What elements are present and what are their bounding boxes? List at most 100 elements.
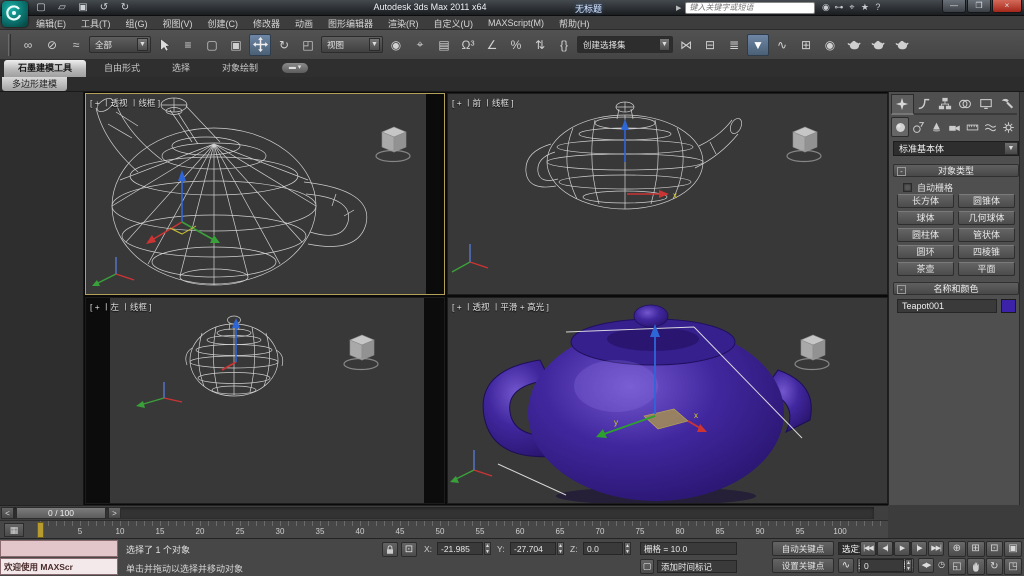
play-icon[interactable]: ▶ [894,541,910,556]
save-file-icon[interactable]: ▣ [76,2,90,14]
object-color-swatch[interactable] [1001,299,1016,313]
communication-center-icon[interactable]: ⌖ [845,2,858,13]
helpers-category-icon[interactable] [963,117,981,137]
primitive-button-4[interactable]: 圆柱体 [897,228,954,242]
time-slider-handle[interactable]: 0 / 100 [16,507,106,519]
keyboard-override-icon[interactable]: ▤ [433,34,455,56]
motion-tab-icon[interactable] [955,94,976,115]
use-pivot-center-icon[interactable]: ◉ [385,34,407,56]
rectangular-selection-region-icon[interactable]: ▢ [201,34,223,56]
menu-item-9[interactable]: 自定义(U) [434,17,474,30]
primitive-button-0[interactable]: 长方体 [897,194,954,208]
y-spinner[interactable]: ▲▼ [557,542,564,555]
zoom-region-icon[interactable]: ◱ [948,558,966,576]
redo-icon[interactable]: ↻ [118,2,132,14]
orbit-icon[interactable]: ↻ [986,558,1004,576]
menu-item-2[interactable]: 组(G) [126,17,148,30]
help-icon[interactable]: ? [871,2,884,13]
open-mini-curve-editor-icon[interactable]: ▦ [4,523,24,537]
viewcube[interactable] [789,330,835,376]
menu-item-3[interactable]: 视图(V) [163,17,193,30]
geometry-category-icon[interactable] [891,117,909,137]
favorites-icon[interactable]: ★ [858,2,871,13]
viewport-label[interactable]: [ + 〡透视 〡平滑 + 高光 ] [452,301,549,313]
mirror-icon[interactable]: ⋈ [675,34,697,56]
primitive-category-dropdown[interactable]: 标准基本体 ▼ [893,141,1019,156]
primitive-button-2[interactable]: 球体 [897,211,954,225]
systems-category-icon[interactable] [999,117,1017,137]
reference-coordinate-dropdown[interactable]: 视图▼ [321,36,383,53]
viewport-label[interactable]: [ + 〡透视 〡线框 ] [90,97,160,109]
shapes-category-icon[interactable] [909,117,927,137]
add-time-tag[interactable]: 添加时间标记 [657,560,737,573]
undo-icon[interactable]: ↺ [97,2,111,14]
primitive-button-5[interactable]: 管状体 [958,228,1015,242]
menu-item-11[interactable]: 帮助(H) [559,17,590,30]
utilities-tab-icon[interactable] [996,94,1017,115]
command-panel-scrollbar[interactable] [1019,92,1024,505]
z-coordinate-field[interactable]: 0.0 [583,542,623,555]
primitive-button-9[interactable]: 平面 [958,262,1015,276]
primitive-button-8[interactable]: 茶壶 [897,262,954,276]
select-by-name-icon[interactable]: ≡ [177,34,199,56]
new-scene-icon[interactable]: ▢ [34,2,48,14]
percent-snap-icon[interactable]: % [505,34,527,56]
previous-frame-arrow[interactable]: < [1,507,14,519]
zoom-extents-all-icon[interactable]: ▣ [1004,541,1022,557]
ribbon-tab-1[interactable]: 自由形式 [90,60,154,77]
material-editor-icon[interactable]: ◉ [819,34,841,56]
layer-manager-icon[interactable]: ≣ [723,34,745,56]
key-icon[interactable]: ⊶ [832,2,845,13]
zoom-all-icon[interactable]: ⊞ [967,541,985,557]
select-and-rotate-icon[interactable]: ↻ [273,34,295,56]
search-input[interactable] [685,2,815,14]
maximize-button[interactable]: ❐ [967,0,991,13]
pan-icon[interactable] [967,558,985,576]
create-tab-icon[interactable] [891,94,914,115]
rendered-frame-window-icon[interactable] [867,34,889,56]
minimize-button[interactable]: — [942,0,966,13]
curve-editor-icon[interactable]: ∿ [771,34,793,56]
snap-toggle-3d-icon[interactable]: Ω³ [457,34,479,56]
modify-tab-icon[interactable] [914,94,935,115]
viewport-bottom-right[interactable]: y x [ + 〡透视 〡平滑 + 高光 ] [447,297,888,504]
viewport-top-right[interactable]: x [ + 〡前 〡线框 ] [447,93,888,295]
next-frame-arrow[interactable]: > [108,507,121,519]
new-key-curve-icon[interactable]: ∿ [838,558,854,573]
go-to-end-icon[interactable]: ▶▶| [928,541,944,556]
align-icon[interactable]: ⊟ [699,34,721,56]
menu-item-0[interactable]: 编辑(E) [36,17,66,30]
select-and-manipulate-icon[interactable]: ⌖ [409,34,431,56]
primitive-button-3[interactable]: 几何球体 [958,211,1015,225]
absolute-mode-icon[interactable]: ⊡ [401,542,417,557]
time-slider-track[interactable] [14,507,874,519]
search-find-icon[interactable]: ◉ [819,2,832,13]
track-bar-ruler[interactable]: 0510152025303540455055606570758085909510… [32,521,882,539]
bind-to-space-warp-icon[interactable]: ≈ [65,34,87,56]
time-configuration-icon[interactable]: ◷ [936,558,946,573]
close-button[interactable]: × [992,0,1022,13]
named-sets-dropdown[interactable]: 创建选择集▼ [577,36,673,53]
go-to-start-icon[interactable]: |◀◀ [860,541,876,556]
ribbon-tab-3[interactable]: 对象绘制 [208,60,272,77]
ribbon-minimize-icon[interactable]: ▬ ▾ [282,63,308,73]
application-menu-button[interactable] [2,1,28,27]
menu-item-6[interactable]: 动画 [295,17,313,30]
frame-spinner[interactable]: ▲▼ [905,559,912,572]
name-color-rollout-header[interactable]: - 名称和颜色 [893,282,1019,295]
hierarchy-tab-icon[interactable] [934,94,955,115]
toolbar-handle[interactable] [8,34,11,56]
set-key-button[interactable]: 设置关键点 [772,558,834,573]
spinner-snap-icon[interactable]: ⇅ [529,34,551,56]
auto-key-button[interactable]: 自动关键点 [772,541,834,556]
previous-frame-icon[interactable]: ◀| [877,541,893,556]
ribbon-tab-2[interactable]: 选择 [158,60,204,77]
menu-item-8[interactable]: 渲染(R) [388,17,419,30]
angle-snap-icon[interactable]: ∠ [481,34,503,56]
zoom-extents-icon[interactable]: ⊡ [986,541,1004,557]
z-spinner[interactable]: ▲▼ [624,542,631,555]
cameras-category-icon[interactable] [945,117,963,137]
menu-item-5[interactable]: 修改器 [253,17,280,30]
select-object-icon[interactable] [153,34,175,56]
display-tab-icon[interactable] [976,94,997,115]
